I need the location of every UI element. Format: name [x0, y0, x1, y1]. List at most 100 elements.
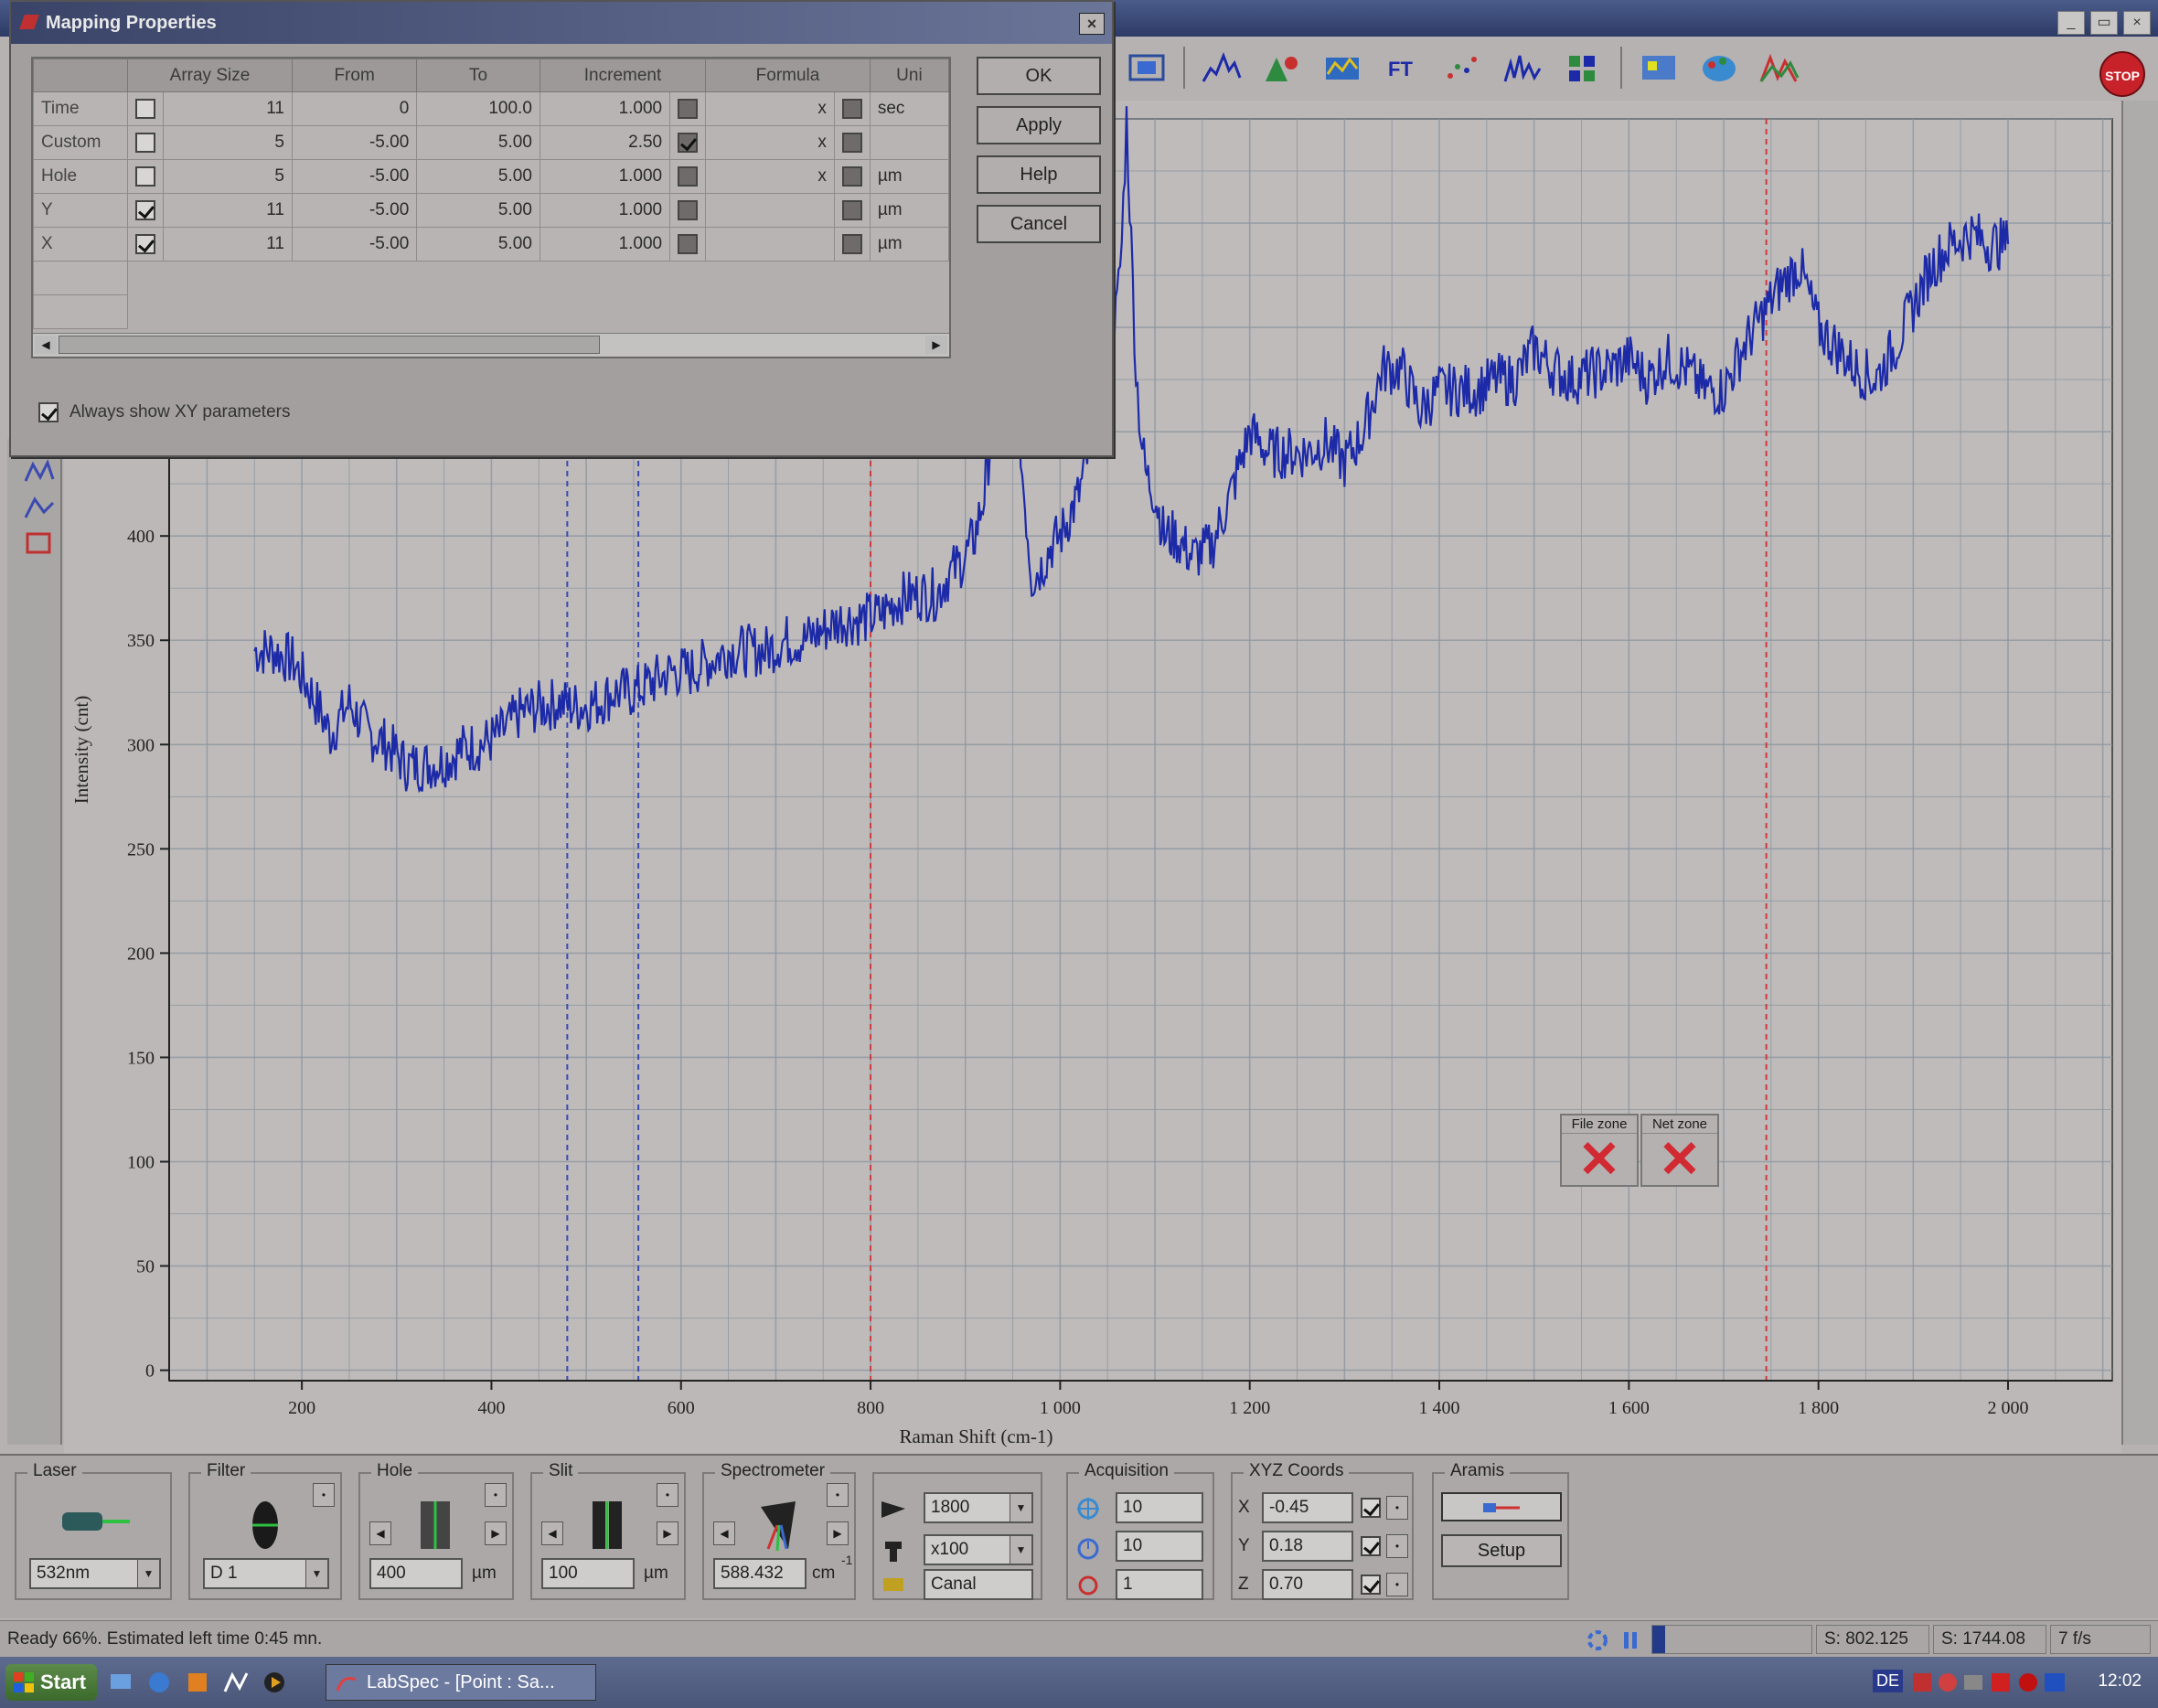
slit-increase-button[interactable]: ▶ — [657, 1521, 678, 1545]
accumulation-input[interactable]: 10 — [1116, 1531, 1203, 1562]
spectrum-icon[interactable] — [1198, 47, 1245, 89]
hole-input[interactable]: 400 — [369, 1558, 463, 1589]
z-coord-input[interactable]: 0.70 — [1262, 1569, 1353, 1600]
formula-checkbox[interactable] — [841, 233, 862, 254]
from-cell[interactable]: -5.00 — [291, 159, 418, 194]
slit-input[interactable]: 100 — [541, 1558, 635, 1589]
array-size-cell[interactable]: 11 — [163, 193, 293, 228]
spectrometer-input[interactable]: 588.432 — [713, 1558, 807, 1589]
scrollbar-thumb[interactable] — [59, 336, 600, 354]
scatter-icon[interactable] — [1439, 47, 1487, 89]
system-tray-icons[interactable] — [1911, 1670, 2076, 1695]
cursor-peak-icon[interactable] — [24, 457, 55, 485]
hole-decrease-button[interactable]: ◀ — [369, 1521, 391, 1545]
z-coord-lock-icon[interactable]: • — [1386, 1573, 1408, 1596]
y-coord-lock-icon[interactable]: • — [1386, 1534, 1408, 1558]
x-coord-lock-icon[interactable]: • — [1386, 1496, 1408, 1520]
cursor-curve-icon[interactable] — [24, 494, 55, 521]
palette-icon[interactable] — [1695, 47, 1743, 89]
formula-cell[interactable]: x — [705, 91, 835, 126]
increment-cell[interactable]: 1.000 — [539, 91, 671, 126]
increment-checkbox[interactable] — [678, 233, 699, 254]
to-cell[interactable]: 5.00 — [416, 227, 540, 262]
peak-icon[interactable] — [1258, 47, 1306, 89]
to-cell[interactable]: 100.0 — [416, 91, 540, 126]
chevron-down-icon[interactable]: ▼ — [137, 1560, 159, 1587]
increment-cell[interactable]: 1.000 — [539, 193, 671, 228]
formula-cell[interactable]: x — [705, 125, 835, 160]
maximize-button[interactable]: ▭ — [2090, 11, 2118, 35]
select-area-icon[interactable] — [1123, 47, 1170, 89]
slit-decrease-button[interactable]: ◀ — [541, 1521, 563, 1545]
from-cell[interactable]: 0 — [291, 91, 418, 126]
minimize-button[interactable]: _ — [2057, 11, 2085, 35]
scroll-right-icon[interactable]: ▶ — [925, 336, 947, 354]
increment-cell[interactable]: 1.000 — [539, 159, 671, 194]
table-row[interactable]: Time 11 0 100.0 1.000 x sec — [33, 91, 950, 126]
z-coord-checkbox[interactable] — [1361, 1575, 1381, 1595]
always-show-xy-checkbox[interactable] — [38, 402, 59, 422]
browser-icon[interactable] — [146, 1670, 172, 1695]
spectrometer-decrease-button[interactable]: ◀ — [713, 1521, 735, 1545]
grid-icon[interactable] — [1560, 47, 1608, 89]
formula-cell[interactable] — [705, 193, 835, 228]
cancel-button[interactable]: Cancel — [977, 205, 1101, 243]
labspec-quick-icon[interactable] — [223, 1670, 249, 1695]
table-row[interactable]: X 11 -5.00 5.00 1.000 µm — [33, 227, 950, 262]
formula-cell[interactable] — [705, 227, 835, 262]
to-cell[interactable]: 5.00 — [416, 193, 540, 228]
desktop-icon[interactable] — [108, 1670, 134, 1695]
col-increment[interactable]: Increment — [539, 59, 707, 92]
table-row[interactable]: Custom 5 -5.00 5.00 2.50 x — [33, 125, 950, 160]
outlook-icon[interactable] — [185, 1670, 210, 1695]
start-button[interactable]: Start — [5, 1664, 97, 1701]
media-player-icon[interactable] — [262, 1670, 287, 1695]
spectrometer-increase-button[interactable]: ▶ — [827, 1521, 849, 1545]
x-coord-input[interactable]: -0.45 — [1262, 1492, 1353, 1523]
y-coord-checkbox[interactable] — [1361, 1536, 1381, 1556]
detector-input[interactable]: Canal — [924, 1569, 1033, 1600]
objective-select[interactable]: x100 ▼ — [924, 1534, 1033, 1565]
grating-select[interactable]: 1800 ▼ — [924, 1492, 1033, 1523]
array-size-cell[interactable]: 5 — [163, 125, 293, 160]
from-cell[interactable]: -5.00 — [291, 193, 418, 228]
increment-checkbox[interactable] — [678, 98, 699, 119]
aramis-toggle-button[interactable] — [1441, 1492, 1562, 1521]
overlay-icon[interactable] — [1756, 47, 1803, 89]
horizontal-scrollbar[interactable]: ◀ ▶ — [33, 333, 949, 357]
col-formula[interactable]: Formula — [705, 59, 871, 92]
apply-button[interactable]: Apply — [977, 106, 1101, 144]
increment-checkbox[interactable] — [678, 199, 699, 220]
formula-checkbox[interactable] — [841, 98, 862, 119]
row-enable-checkbox[interactable] — [135, 165, 155, 187]
file-zone[interactable]: File zone ✕ — [1560, 1114, 1639, 1187]
col-to[interactable]: To — [416, 59, 540, 92]
col-array-size[interactable]: Array Size — [127, 59, 293, 92]
row-enable-checkbox[interactable] — [135, 98, 155, 119]
chevron-down-icon[interactable]: ▼ — [1010, 1494, 1031, 1521]
chevron-down-icon[interactable]: ▼ — [1010, 1536, 1031, 1564]
array-size-cell[interactable]: 11 — [163, 227, 293, 262]
taskbar-labspec-window[interactable]: LabSpec - [Point : Sa... — [326, 1664, 596, 1701]
to-cell[interactable]: 5.00 — [416, 125, 540, 160]
repeat-count-input[interactable]: 1 — [1116, 1569, 1203, 1600]
map-icon[interactable] — [1319, 47, 1366, 89]
from-cell[interactable]: -5.00 — [291, 227, 418, 262]
increment-checkbox[interactable] — [678, 132, 699, 153]
increment-cell[interactable]: 1.000 — [539, 227, 671, 262]
filter-select[interactable]: D 1 ▼ — [203, 1558, 329, 1589]
help-button[interactable]: Help — [977, 155, 1101, 194]
row-enable-checkbox[interactable] — [135, 199, 155, 220]
dialog-titlebar[interactable]: Mapping Properties × — [11, 2, 1112, 44]
col-from[interactable]: From — [291, 59, 418, 92]
row-enable-checkbox[interactable] — [135, 132, 155, 153]
dialog-close-button[interactable]: × — [1079, 13, 1105, 35]
array-size-cell[interactable]: 11 — [163, 91, 293, 126]
spectrometer-lock-icon[interactable]: • — [827, 1483, 849, 1507]
scroll-left-icon[interactable]: ◀ — [35, 336, 57, 354]
table-row[interactable]: Y 11 -5.00 5.00 1.000 µm — [33, 193, 950, 228]
stop-button[interactable]: STOP — [2099, 51, 2145, 97]
col-unit[interactable]: Uni — [869, 59, 950, 92]
aramis-setup-button[interactable]: Setup — [1441, 1534, 1562, 1567]
filter-lock-icon[interactable]: • — [313, 1483, 335, 1507]
